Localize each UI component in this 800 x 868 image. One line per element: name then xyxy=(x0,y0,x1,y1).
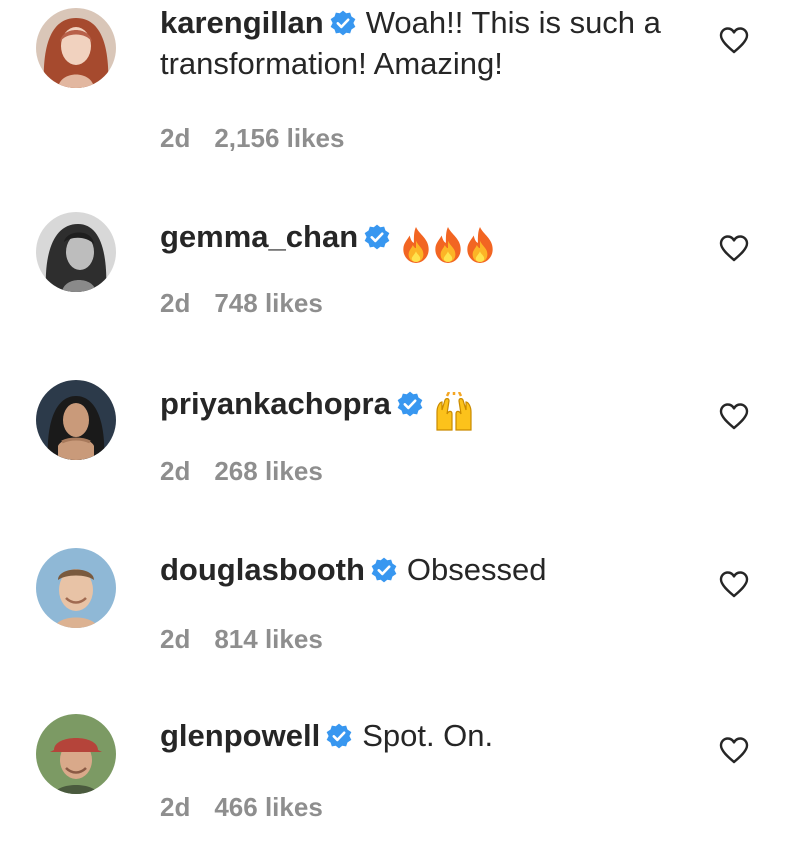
fire-emoji-icon xyxy=(432,226,464,264)
like-heart-icon[interactable] xyxy=(718,569,750,599)
comment-timestamp[interactable]: 2d xyxy=(160,624,190,654)
avatar[interactable] xyxy=(36,212,116,292)
comment-text-block: priyankachopra xyxy=(160,383,700,432)
avatar[interactable] xyxy=(36,8,116,88)
comment-username[interactable]: douglasbooth xyxy=(160,552,365,587)
comment-timestamp[interactable]: 2d xyxy=(160,288,190,318)
verified-badge-icon xyxy=(364,224,390,250)
like-heart-icon[interactable] xyxy=(718,25,750,55)
like-heart-icon[interactable] xyxy=(718,233,750,263)
fire-emoji-icon xyxy=(400,226,432,264)
comment-likes[interactable]: 748 likes xyxy=(214,288,322,318)
comment-timestamp[interactable]: 2d xyxy=(160,456,190,486)
like-heart-icon[interactable] xyxy=(718,735,750,765)
comment-username[interactable]: karengillan xyxy=(160,5,324,40)
comment-text-block: karengillan Woah!! This is such a transfo… xyxy=(160,2,700,84)
comment-timestamp[interactable]: 2d xyxy=(160,123,190,153)
comment-likes[interactable]: 466 likes xyxy=(214,792,322,822)
fire-emoji-icon xyxy=(464,226,496,264)
comment-text-block: gemma_chan xyxy=(160,216,700,264)
comment-meta: 2d 814 likes xyxy=(160,624,323,655)
verified-badge-icon xyxy=(397,391,423,417)
avatar[interactable] xyxy=(36,548,116,628)
comment-username[interactable]: gemma_chan xyxy=(160,219,358,254)
avatar[interactable] xyxy=(36,714,116,794)
verified-badge-icon xyxy=(330,10,356,36)
comment-username[interactable]: priyankachopra xyxy=(160,386,391,421)
fire-emoji-icon-group xyxy=(400,222,496,264)
comment-text: Spot. On. xyxy=(362,718,494,753)
like-heart-icon[interactable] xyxy=(718,401,750,431)
comment-username[interactable]: glenpowell xyxy=(160,718,320,753)
raising-hands-emoji-icon xyxy=(433,389,475,432)
comment-meta: 2d 466 likes xyxy=(160,792,323,823)
comment-meta: 2d 748 likes xyxy=(160,288,323,319)
avatar[interactable] xyxy=(36,380,116,460)
comment-text-block: douglasbooth Obsessed xyxy=(160,549,700,590)
comment-likes[interactable]: 2,156 likes xyxy=(214,123,344,153)
comment-meta: 2d 2,156 likes xyxy=(160,123,344,154)
comment-timestamp[interactable]: 2d xyxy=(160,792,190,822)
comment-likes[interactable]: 814 likes xyxy=(214,624,322,654)
comment-likes[interactable]: 268 likes xyxy=(214,456,322,486)
verified-badge-icon xyxy=(326,723,352,749)
verified-badge-icon xyxy=(371,557,397,583)
comment-text-block: glenpowell Spot. On. xyxy=(160,715,700,756)
comment-text: Obsessed xyxy=(406,552,547,587)
comment-meta: 2d 268 likes xyxy=(160,456,323,487)
